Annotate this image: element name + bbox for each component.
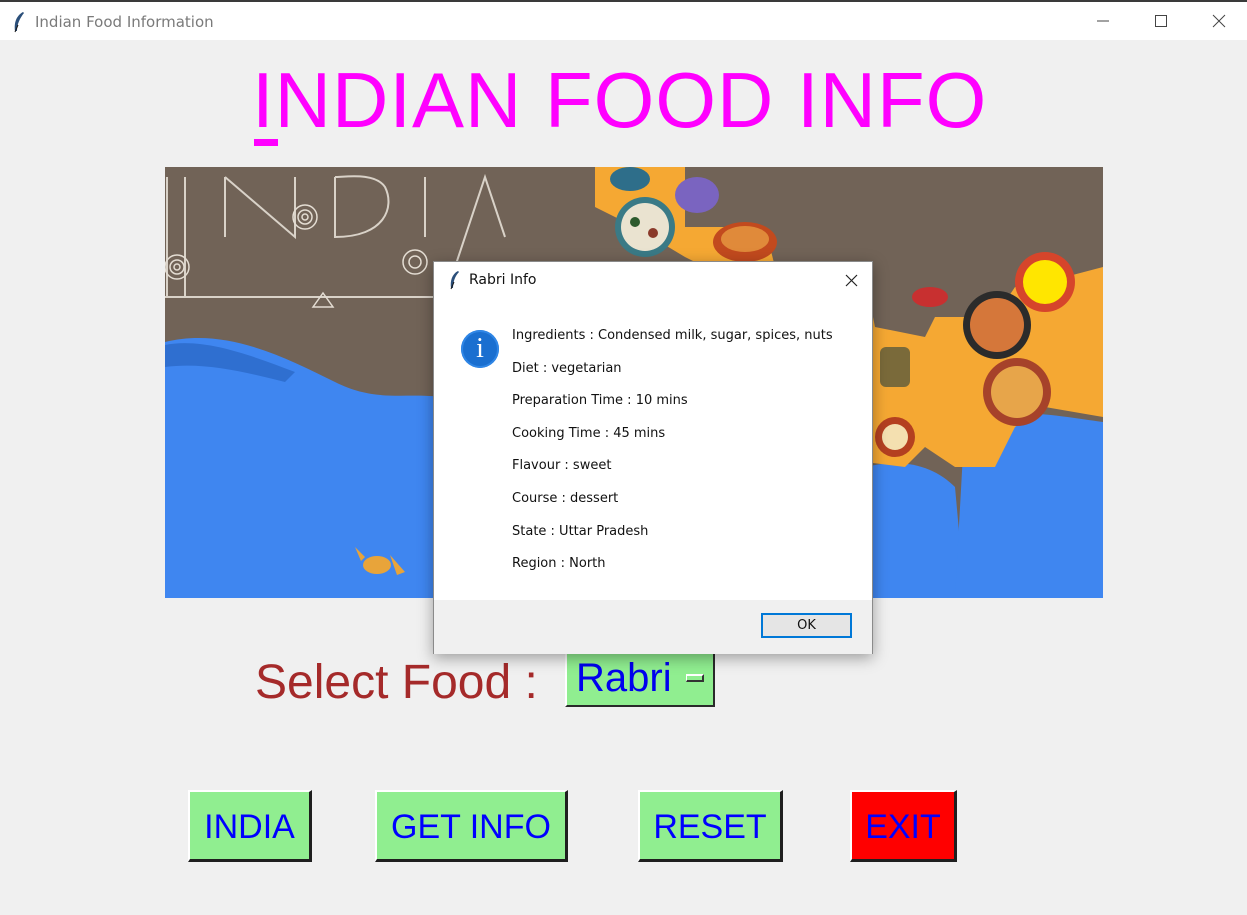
india-button[interactable]: INDIA <box>188 790 312 862</box>
close-icon <box>1212 14 1226 28</box>
feather-icon <box>450 271 459 290</box>
maximize-icon <box>1155 15 1167 27</box>
course-line: Course : dessert <box>512 490 619 506</box>
selected-food-value: Rabri <box>576 656 672 700</box>
minimize-button[interactable] <box>1074 2 1132 40</box>
ok-button[interactable]: OK <box>761 613 852 638</box>
region-line: Region : North <box>512 556 606 572</box>
select-food-label: Select Food : <box>255 656 538 709</box>
underline-mark <box>254 139 278 146</box>
maximize-button[interactable] <box>1132 2 1190 40</box>
food-details: Ingredients : Condensed milk, sugar, spi… <box>512 328 833 589</box>
get-info-button[interactable]: GET INFO <box>375 790 568 862</box>
window-title: Indian Food Information <box>35 13 214 31</box>
exit-button[interactable]: EXIT <box>850 790 957 862</box>
close-window-button[interactable] <box>1190 2 1247 40</box>
cooking-time-line: Cooking Time : 45 mins <box>512 425 666 441</box>
minimize-icon <box>1097 20 1109 22</box>
dialog-footer: OK <box>434 600 872 654</box>
dropdown-indicator-icon <box>686 674 704 682</box>
state-line: State : Uttar Pradesh <box>512 523 649 539</box>
ingredients-line: Ingredients : Condensed milk, sugar, spi… <box>512 328 833 343</box>
close-icon <box>845 274 858 287</box>
dialog-title: Rabri Info <box>469 272 537 288</box>
feather-icon <box>14 12 24 33</box>
dialog-close-button[interactable] <box>834 268 868 294</box>
flavour-line: Flavour : sweet <box>512 458 612 474</box>
app-heading: INDIAN FOOD INFO <box>252 55 1032 146</box>
preparation-time-line: Preparation Time : 10 mins <box>512 393 688 409</box>
reset-button[interactable]: RESET <box>638 790 783 862</box>
app-heading-text: INDIAN FOOD INFO <box>252 56 988 144</box>
info-icon: i <box>461 330 499 368</box>
diet-line: Diet : vegetarian <box>512 360 622 376</box>
food-select-menu[interactable]: Rabri <box>565 652 715 707</box>
food-info-dialog: Rabri Info i Ingredients : Condensed mil… <box>433 261 873 654</box>
window-titlebar: Indian Food Information <box>0 0 1247 40</box>
